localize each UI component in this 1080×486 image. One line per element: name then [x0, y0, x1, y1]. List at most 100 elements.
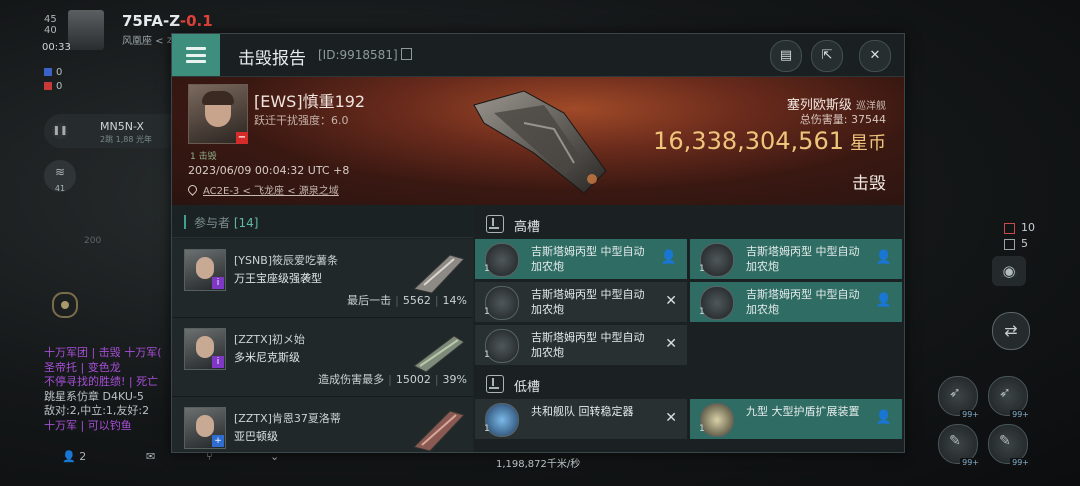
module-button[interactable]: ➶ 99+ — [988, 376, 1031, 419]
kill-report-panel: 击毁报告 [ID:9918581] ▤ ⇱ ✕ − [EWS]慎重192 跃迁干… — [171, 33, 905, 453]
avatar[interactable] — [68, 10, 104, 50]
report-id[interactable]: [ID:9918581] — [318, 48, 412, 62]
person-icon: 👤 — [875, 293, 892, 308]
module-item[interactable]: 1 九型 大型护盾扩展装置 👤 — [690, 399, 902, 439]
attacker-ship-image — [413, 410, 465, 452]
chat-line: 圣帝托 | 变色龙 — [44, 360, 121, 374]
add-icon[interactable]: + — [212, 435, 224, 447]
attacker-name: [ZZTX]初メ始 — [234, 333, 305, 346]
clipboard-icon: ▤ — [779, 48, 793, 63]
fitting-list[interactable]: 高槽 1 吉斯塔姆丙型 中型自动加农炮 👤 1 吉斯塔姆丙型 中型自动加农炮 👤… — [474, 205, 904, 452]
x-icon: ✕ — [665, 336, 677, 352]
victim-ship-image — [473, 90, 607, 194]
info-icon[interactable]: i — [212, 277, 224, 289]
chevron-count: 41 — [54, 184, 66, 193]
victim-name[interactable]: [EWS]慎重192 — [254, 88, 365, 112]
chevron-up-icon[interactable]: ≋ 41 — [44, 160, 76, 193]
missile-icon: ➶ — [949, 385, 961, 401]
person-icon: 👤 — [875, 410, 892, 425]
low-slot-header: 低槽 — [474, 369, 904, 399]
high-slot-icon — [486, 215, 504, 233]
people-icon[interactable]: 👤 2 — [62, 450, 86, 463]
local-stats: 0 0 — [44, 66, 62, 94]
swap-icon[interactable]: ⇄ — [992, 312, 1030, 350]
wrench-icon: ✎ — [999, 433, 1011, 449]
module-item[interactable]: 1 吉斯塔姆丙型 中型自动加农炮 ✕ — [475, 282, 687, 322]
victim-portrait[interactable]: − — [188, 84, 248, 144]
attacker-ship: 万王宝座级强袭型 — [234, 272, 322, 285]
kill-location[interactable]: AC2E-3 < 飞龙座 < 源泉之域 — [186, 182, 339, 197]
attacker-ship-image — [413, 335, 465, 373]
low-slot-icon — [486, 375, 504, 393]
copy-icon[interactable] — [400, 48, 412, 60]
pause-icon[interactable]: ❚❚ — [52, 123, 68, 139]
shield-extender-icon — [700, 403, 734, 437]
system-name[interactable]: 75FA-Z-0.1 — [122, 12, 213, 30]
share-icon: ⇱ — [821, 48, 833, 63]
participants-list[interactable]: 参与者 [14] i [YSNB]筱辰爱吃薯条 万王宝座级强袭型 最后一击 | 55… — [172, 205, 473, 452]
module-name: 吉斯塔姆丙型 中型自动加农炮 — [531, 288, 645, 316]
security-status: -0.1 — [179, 12, 213, 30]
module-item[interactable]: 1 吉斯塔姆丙型 中型自动加农炮 👤 — [475, 239, 687, 279]
participants-header: 参与者 [14] — [172, 205, 473, 238]
autocannon-icon — [700, 243, 734, 277]
location-pin-icon — [186, 183, 199, 196]
module-item[interactable]: 1 吉斯塔姆丙型 中型自动加农炮 👤 — [690, 282, 902, 322]
close-button[interactable]: ✕ — [859, 40, 891, 72]
hud-counter: 45 40 — [44, 14, 57, 36]
attacker-row[interactable]: i [ZZTX]初メ始 多米尼克斯级 造成伤害最多 | 15002 | 39% — [172, 318, 473, 397]
missile-icon: ➶ — [999, 385, 1011, 401]
red-square-icon — [44, 82, 52, 90]
stabilizer-icon — [485, 403, 519, 437]
eye-icon[interactable]: ◉ — [992, 256, 1026, 286]
destination-sub: 2跳 1,88 光年 — [100, 135, 152, 144]
module-item[interactable]: 1 吉斯塔姆丙型 中型自动加农炮 ✕ — [475, 325, 687, 365]
info-icon[interactable]: i — [212, 356, 224, 368]
attacker-row[interactable]: + [ZZTX]肯恩37夏洛蒂 亚巴顿级 — [172, 397, 473, 452]
destination-label: MN5N-X — [100, 120, 144, 133]
wrench-icon: ✎ — [949, 433, 961, 449]
destination-pill[interactable]: ❚❚ MN5N-X 2跳 1,88 光年 — [44, 114, 184, 148]
share-button[interactable]: ⇱ — [811, 40, 843, 72]
module-name: 九型 大型护盾扩展装置 — [746, 405, 860, 418]
total-damage: 总伤害量: 37544 — [799, 113, 886, 126]
panel-title: 击毁报告 — [238, 49, 306, 69]
attacker-ship-image — [412, 254, 465, 294]
overview-counts: 10 5 — [1004, 220, 1035, 252]
person-icon: 👤 — [875, 250, 892, 265]
clipboard-button[interactable]: ▤ — [770, 40, 802, 72]
module-button[interactable]: ➶ 99+ — [938, 376, 981, 419]
module-item[interactable]: 1 吉斯塔姆丙型 中型自动加农炮 👤 — [690, 239, 902, 279]
x-icon: ✕ — [665, 293, 677, 309]
panel-titlebar: 击毁报告 [ID:9918581] ▤ ⇱ ✕ — [172, 34, 904, 77]
module-name: 共和舰队 回转稳定器 — [531, 405, 634, 418]
module-name: 吉斯塔姆丙型 中型自动加农炮 — [531, 245, 645, 273]
neutral-icon — [1004, 238, 1015, 250]
chat-log[interactable]: 十万军团 | 击毁 十万军( 圣帝托 | 变色龙 不停寻找的胜绩! | 死亡 跳… — [44, 346, 174, 433]
mail-icon[interactable]: ✉ — [146, 450, 155, 463]
attacker-name: [YSNB]筱辰爱吃薯条 — [234, 254, 339, 267]
target-icon[interactable] — [52, 292, 78, 318]
hostile-badge-icon: − — [236, 132, 248, 144]
system-region: 风凰座 < 本 — [122, 36, 177, 47]
speed-readout: 1,198,872千米/秒 — [496, 459, 581, 470]
menu-button[interactable] — [172, 34, 220, 76]
attacker-row[interactable]: i [YSNB]筱辰爱吃薯条 万王宝座级强袭型 最后一击 | 5562 | 14% — [172, 239, 473, 318]
attacker-ship: 多米尼克斯级 — [234, 351, 300, 364]
hud-clock: 00:33 — [42, 42, 71, 53]
victim-header: − [EWS]慎重192 跃迁干扰强度：6.0 1 击毁 2023/06/09 … — [172, 77, 904, 205]
autocannon-icon — [485, 286, 519, 320]
module-item[interactable]: 1 共和舰队 回转稳定器 ✕ — [475, 399, 687, 439]
autocannon-icon — [485, 243, 519, 277]
blue-square-icon — [44, 68, 52, 76]
chat-line: 十万军团 | 击毁 十万军( — [44, 346, 162, 359]
module-button[interactable]: ✎ 99+ — [988, 424, 1031, 467]
scale-label: 200 — [84, 236, 102, 246]
isk-value: 16,338,304,561 星币 — [653, 127, 886, 155]
autocannon-icon — [485, 329, 519, 363]
high-slot-header: 高槽 — [474, 209, 904, 239]
chat-line: 十万军 | 可以钓鱼 — [44, 418, 132, 432]
module-name: 吉斯塔姆丙型 中型自动加农炮 — [746, 288, 860, 316]
module-button[interactable]: ✎ 99+ — [938, 424, 981, 467]
close-icon: ✕ — [869, 48, 881, 63]
